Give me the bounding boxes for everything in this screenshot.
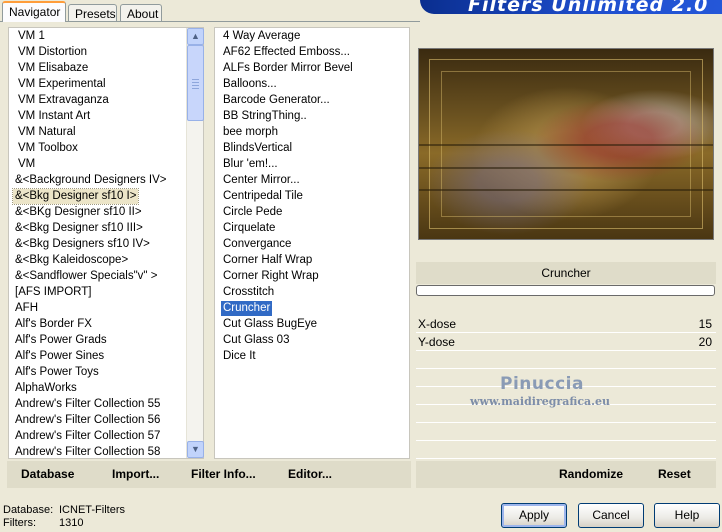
scroll-thumb[interactable] <box>187 45 204 121</box>
category-item[interactable]: Andrew's Filter Collection 57 <box>13 429 162 444</box>
category-item[interactable]: Alf's Power Sines <box>13 349 106 364</box>
filters-count-label: Filters: <box>3 517 36 529</box>
param-label: Y-dose <box>418 335 455 349</box>
scroll-up-button[interactable]: ▲ <box>187 28 204 45</box>
category-item[interactable]: VM Experimental <box>16 77 108 92</box>
filter-item[interactable]: Cut Glass BugEye <box>221 317 319 332</box>
category-item[interactable]: VM 1 <box>16 29 47 44</box>
filter-item[interactable]: Balloons... <box>221 77 279 92</box>
database-label: Database: <box>3 504 54 516</box>
category-item[interactable]: VM Toolbox <box>16 141 80 156</box>
filters-count-value: 1310 <box>59 517 84 529</box>
filter-item[interactable]: 4 Way Average <box>221 29 302 44</box>
filter-list[interactable]: 4 Way Average AF62 Effected Emboss... ALFs… <box>214 27 410 459</box>
filter-item[interactable]: Circle Pede <box>221 205 284 220</box>
editor-button[interactable]: Editor... <box>288 461 332 488</box>
category-item[interactable]: &<Bkg Designers sf10 IV> <box>13 237 152 252</box>
filter-item[interactable]: Cirquelate <box>221 221 277 236</box>
watermark-name: Pinuccia <box>500 374 584 394</box>
import-button[interactable]: Import... <box>112 461 159 488</box>
filters-unlimited-banner: Filters Unlimited 2.0 <box>420 0 722 14</box>
category-item[interactable]: Andrew's Filter Collection 58 <box>13 445 162 458</box>
selected-filter-name: Cruncher <box>416 262 716 284</box>
filter-info-button[interactable]: Filter Info... <box>191 461 256 488</box>
category-item[interactable]: VM Instant Art <box>16 109 92 124</box>
filter-item[interactable]: Centripedal Tile <box>221 189 305 204</box>
param-row-empty <box>416 424 716 441</box>
category-item[interactable]: VM Distortion <box>16 45 89 60</box>
tab-navigator[interactable]: Navigator <box>2 1 66 22</box>
filter-item[interactable]: Dice It <box>221 349 258 364</box>
filter-preview-image <box>418 48 714 240</box>
category-item[interactable]: Alf's Power Toys <box>13 365 101 380</box>
category-item[interactable]: &<BKg Designer sf10 II> <box>13 205 144 220</box>
category-item[interactable]: Andrew's Filter Collection 56 <box>13 413 162 428</box>
filter-item[interactable]: BB StringThing.. <box>221 109 309 124</box>
randomize-button[interactable]: Randomize <box>559 461 623 488</box>
category-item[interactable]: &<Bkg Designer sf10 I> <box>11 188 140 205</box>
filter-item[interactable]: Cruncher <box>221 301 273 316</box>
category-item[interactable]: Andrew's Filter Collection 55 <box>13 397 162 412</box>
filter-item[interactable]: BlindsVertical <box>221 141 294 156</box>
filter-item[interactable]: AF62 Effected Emboss... <box>221 45 352 60</box>
filter-item[interactable]: Convergance <box>221 237 293 252</box>
param-row-y-dose[interactable]: Y-dose 20 <box>416 334 716 351</box>
category-item[interactable]: &<Background Designers IV> <box>13 173 169 188</box>
param-row-empty <box>416 352 716 369</box>
database-button[interactable]: Database <box>21 461 74 488</box>
param-row-x-dose[interactable]: X-dose 15 <box>416 316 716 333</box>
navigator-button-row: Database Import... Filter Info... Editor… <box>7 461 411 488</box>
banner-title: Filters Unlimited 2.0 <box>468 0 709 14</box>
filter-item[interactable]: ALFs Border Mirror Bevel <box>221 61 355 76</box>
category-item[interactable]: Alf's Border FX <box>13 317 94 332</box>
category-item[interactable]: AFH <box>13 301 40 316</box>
category-item[interactable]: VM Elisabaze <box>16 61 90 76</box>
cancel-button[interactable]: Cancel <box>578 503 644 528</box>
apply-button[interactable]: Apply <box>501 503 567 528</box>
category-item[interactable]: &<Bkg Kaleidoscope> <box>13 253 130 268</box>
category-item[interactable]: Alf's Power Grads <box>13 333 109 348</box>
category-item[interactable]: VM Natural <box>16 125 78 140</box>
param-row-empty <box>416 442 716 459</box>
progress-bar <box>416 285 715 296</box>
category-item[interactable]: &<Bkg Designer sf10 III> <box>13 221 145 236</box>
filter-item[interactable]: Corner Right Wrap <box>221 269 321 284</box>
database-value: ICNET-Filters <box>59 504 125 516</box>
filter-item[interactable]: Corner Half Wrap <box>221 253 314 268</box>
reset-button[interactable]: Reset <box>658 461 691 488</box>
parameter-button-row: Randomize Reset <box>416 461 716 488</box>
watermark-url: www.maidiregrafica.eu <box>470 395 611 408</box>
filter-item[interactable]: bee morph <box>221 125 280 140</box>
category-item[interactable]: VM Extravaganza <box>16 93 111 108</box>
filter-item[interactable]: Crosstitch <box>221 285 276 300</box>
param-row-empty <box>416 406 716 423</box>
tab-about[interactable]: About <box>120 4 162 22</box>
category-item[interactable]: &<Sandflower Specials"v" > <box>13 269 159 284</box>
category-item[interactable]: AlphaWorks <box>13 381 79 396</box>
category-scrollbar[interactable]: ▲ ▼ <box>186 28 204 458</box>
filter-item[interactable]: Blur 'em!... <box>221 157 280 172</box>
category-list[interactable]: VM 1 VM Distortion VM Elisabaze VM Experime… <box>8 27 204 459</box>
help-button[interactable]: Help <box>654 503 720 528</box>
filter-item[interactable]: Cut Glass 03 <box>221 333 291 348</box>
filter-item[interactable]: Barcode Generator... <box>221 93 332 108</box>
tab-presets[interactable]: Presets <box>68 4 117 22</box>
category-item[interactable]: VM <box>16 157 37 172</box>
scroll-down-button[interactable]: ▼ <box>187 441 204 458</box>
category-item[interactable]: [AFS IMPORT] <box>13 285 93 300</box>
param-label: X-dose <box>418 317 457 331</box>
param-value: 20 <box>698 335 712 349</box>
filter-item[interactable]: Center Mirror... <box>221 173 302 188</box>
param-value: 15 <box>698 317 712 331</box>
